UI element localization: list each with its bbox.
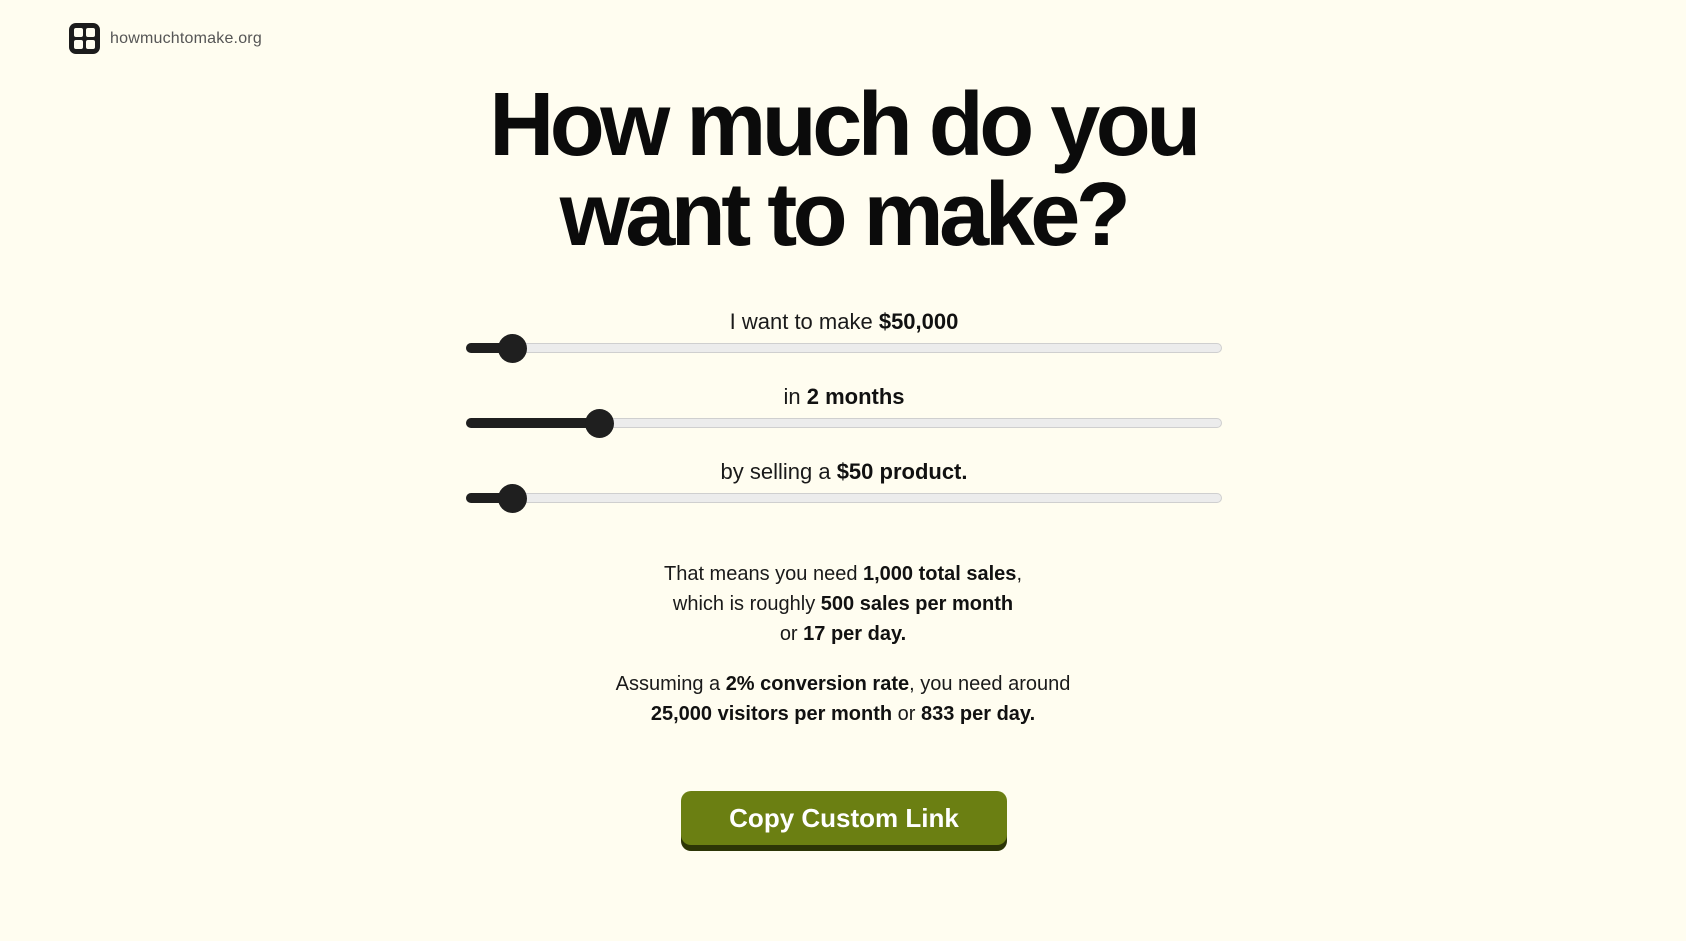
- visitors-per-day-value: 833 per day.: [920, 703, 1036, 725]
- summary-text: Assuming a: [615, 673, 726, 695]
- page-title: How much do you want to make?: [0, 80, 1686, 260]
- brand-link[interactable]: howmuchtomake.org: [69, 23, 262, 54]
- duration-slider-fill: [466, 418, 598, 428]
- traffic-summary-line-2: 25,000 visitors per month or 833 per day…: [0, 699, 1686, 729]
- sales-per-month-value: 500 sales per month: [820, 593, 1014, 615]
- income-slider[interactable]: [466, 333, 1222, 363]
- price-label-prefix: by selling a: [720, 459, 837, 484]
- brand-name: howmuchtomake.org: [110, 29, 262, 47]
- sales-per-day-value: 17 per day.: [803, 623, 907, 645]
- page-title-line-1: How much do you: [489, 75, 1201, 175]
- sales-summary-line-1: That means you need 1,000 total sales,: [0, 559, 1686, 589]
- income-slider-group: I want to make $50,000: [466, 309, 1222, 363]
- page: howmuchtomake.org How much do you want t…: [0, 0, 1686, 941]
- price-value: $50 product.: [836, 459, 968, 484]
- duration-label-prefix: in: [783, 384, 807, 409]
- conversion-rate-value: 2% conversion rate: [725, 673, 910, 695]
- calculator-icon: [69, 23, 100, 54]
- sales-summary-line-2: which is roughly 500 sales per month: [0, 589, 1686, 619]
- summary-text: , you need around: [909, 673, 1071, 695]
- price-slider-thumb[interactable]: [498, 483, 528, 513]
- copy-custom-link-button[interactable]: Copy Custom Link: [681, 791, 1007, 845]
- income-label-prefix: I want to make: [729, 309, 879, 334]
- summary-text: ,: [1016, 563, 1022, 585]
- sales-summary: That means you need 1,000 total sales, w…: [0, 559, 1686, 649]
- income-value: $50,000: [878, 309, 959, 334]
- sales-summary-line-3: or 17 per day.: [0, 619, 1686, 649]
- page-title-line-2: want to make?: [559, 165, 1131, 265]
- duration-slider-thumb[interactable]: [584, 408, 614, 438]
- summary-text: or: [779, 623, 804, 645]
- price-label: by selling a $50 product.: [466, 459, 1222, 485]
- summary-text: That means you need: [663, 563, 863, 585]
- summary-text: which is roughly: [672, 593, 821, 615]
- price-slider[interactable]: [466, 483, 1222, 513]
- visitors-per-month-value: 25,000 visitors per month: [650, 703, 893, 725]
- traffic-summary: Assuming a 2% conversion rate, you need …: [0, 669, 1686, 729]
- income-label: I want to make $50,000: [466, 309, 1222, 335]
- total-sales-value: 1,000 total sales: [863, 563, 1017, 585]
- duration-label: in 2 months: [466, 384, 1222, 410]
- summary-text: or: [892, 703, 921, 725]
- duration-slider[interactable]: [466, 408, 1222, 438]
- income-slider-thumb[interactable]: [498, 333, 528, 363]
- duration-value: 2 months: [806, 384, 905, 409]
- duration-slider-group: in 2 months: [466, 384, 1222, 438]
- price-slider-group: by selling a $50 product.: [466, 459, 1222, 513]
- traffic-summary-line-1: Assuming a 2% conversion rate, you need …: [0, 669, 1686, 699]
